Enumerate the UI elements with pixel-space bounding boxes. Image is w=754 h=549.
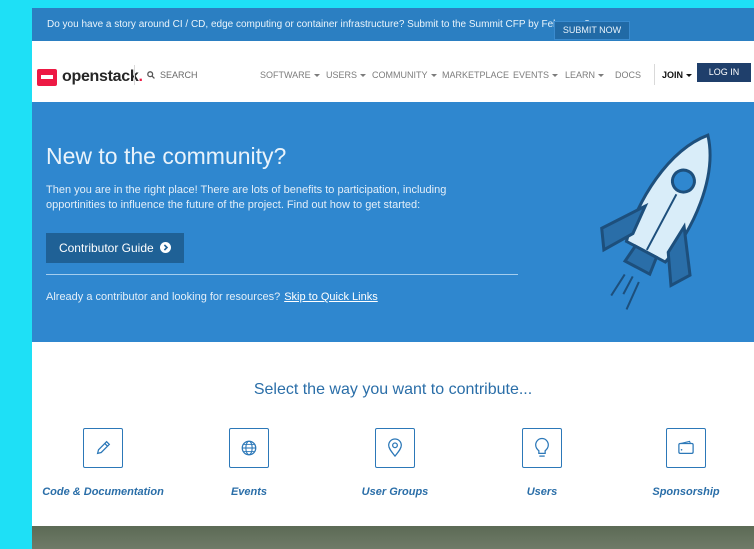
hero-divider [46, 274, 518, 275]
tile-label: Code & Documentation [42, 486, 164, 498]
search-label: SEARCH [160, 70, 198, 80]
nav-item-events[interactable]: EVENTS [513, 70, 559, 80]
hero-title: New to the community? [46, 143, 287, 169]
login-button[interactable]: LOG IN [697, 63, 751, 82]
search-icon [147, 71, 155, 79]
contribute-tile-users[interactable]: Users [474, 428, 610, 504]
nav-item-community[interactable]: COMMUNITY [372, 70, 437, 80]
map-pin-icon [388, 438, 402, 458]
nav-divider [134, 65, 135, 85]
logo-text: openstack. [62, 68, 143, 85]
contribute-tile-events[interactable]: Events [181, 428, 317, 504]
tile-icon-box [83, 428, 123, 468]
nav-item-learn[interactable]: LEARN [565, 70, 605, 80]
bottom-banner-image [32, 526, 754, 549]
caret-down-icon [313, 74, 320, 78]
contribute-tile-code-documentation[interactable]: Code & Documentation [35, 428, 171, 504]
tile-icon-box [666, 428, 706, 468]
wallet-icon [678, 440, 694, 454]
hero-footnote: Already a contributor and looking for re… [46, 291, 378, 303]
contribute-tile-sponsorship[interactable]: Sponsorship [618, 428, 754, 504]
rocket-illustration [600, 133, 712, 310]
main-nav: openstack. SEARCH SOFTWARE USERS COMMUNI… [32, 41, 754, 107]
caret-down-icon [360, 74, 367, 78]
tile-icon-box [375, 428, 415, 468]
caret-down-icon [552, 74, 559, 78]
pencil-icon [96, 440, 111, 455]
submit-now-button[interactable]: SUBMIT NOW [554, 21, 630, 40]
caret-down-icon [430, 74, 437, 78]
nav-divider [654, 64, 655, 85]
chevron-circle-right-icon [160, 242, 172, 253]
tile-icon-box [229, 428, 269, 468]
nav-item-users[interactable]: USERS [326, 70, 367, 80]
page: Do you have a story around CI / CD, edge… [32, 8, 754, 549]
hero-body: Then you are in the right place! There a… [46, 184, 447, 211]
contributor-guide-label: Contributor Guide [58, 241, 154, 255]
nav-item-docs[interactable]: DOCS [615, 70, 641, 80]
tile-label: Users [526, 486, 558, 498]
hero-footnote-text: Already a contributor and looking for re… [46, 291, 281, 303]
openstack-logo-icon [37, 68, 57, 86]
tile-icon-box [522, 428, 562, 468]
join-menu[interactable]: JOIN [662, 70, 693, 80]
caret-down-icon [598, 74, 605, 78]
lightbulb-icon [535, 437, 549, 457]
hero-section: New to the community? Then you are in th… [32, 102, 754, 342]
contribute-tile-user-groups[interactable]: User Groups [327, 428, 463, 504]
tile-label: User Groups [361, 486, 429, 498]
openstack-logo[interactable]: openstack. [37, 66, 143, 88]
contributor-guide-button[interactable]: Contributor Guide [46, 233, 184, 263]
skip-to-quick-links-link[interactable]: Skip to Quick Links [284, 291, 378, 303]
announcement-text: Do you have a story around CI / CD, edge… [47, 19, 590, 30]
caret-down-icon [686, 74, 693, 78]
announcement-bar: Do you have a story around CI / CD, edge… [32, 8, 754, 41]
nav-item-marketplace[interactable]: MARKETPLACE [442, 70, 509, 80]
tile-label: Sponsorship [652, 486, 720, 498]
globe-icon [241, 440, 257, 456]
contribute-title: Select the way you want to contribute... [253, 381, 533, 398]
nav-item-software[interactable]: SOFTWARE [260, 70, 320, 80]
tile-label: Events [230, 486, 268, 498]
search-button[interactable]: SEARCH [147, 70, 198, 80]
